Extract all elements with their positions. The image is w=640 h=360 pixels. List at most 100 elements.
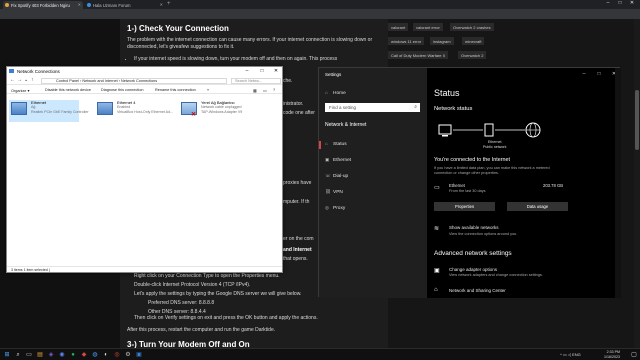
spotify-icon[interactable]: ●	[69, 351, 77, 359]
adapter-ethernet[interactable]: Ethernet Ağ Realtek PCIe GbE Family Cont…	[9, 100, 89, 122]
diagnose-button[interactable]: Diagnose this connection	[101, 88, 143, 92]
command-bar: Organize ▾ Disable this network device D…	[7, 86, 282, 94]
new-tab-icon[interactable]: +	[167, 1, 171, 7]
close-tab-icon[interactable]: ✕	[78, 2, 81, 7]
paragraph: The problem with the internet connection…	[127, 36, 373, 51]
search-placeholder: Find a setting	[329, 105, 357, 110]
help-icon[interactable]: ?	[273, 88, 275, 92]
settings-search-input[interactable]: Find a setting ⌕	[325, 103, 420, 112]
minimize-icon[interactable]: –	[240, 67, 254, 76]
tag-link[interactable]: Overwatch 2	[458, 51, 487, 59]
back-icon[interactable]: ←	[10, 77, 15, 83]
clock[interactable]: 2:33 PM 1/16/2023	[604, 350, 620, 359]
adapter-ethernet-4[interactable]: Ethernet 4 Enabled VirtualBox Host-Only …	[95, 100, 173, 122]
language-indicator[interactable]: ENG	[572, 352, 581, 357]
chrome-icon[interactable]: ◎	[113, 351, 121, 359]
explorer-address-row: ← → ⌄ ↑ Control Panel › Network and Inte…	[7, 76, 282, 85]
tag-link[interactable]: valorant	[388, 23, 409, 31]
nav-dialup[interactable]: ☏ Dial-up	[325, 173, 348, 179]
change-adapter-link[interactable]: Change adapter options	[449, 267, 497, 272]
minimize-icon[interactable]: –	[602, 0, 614, 6]
close-icon[interactable]: ✕	[626, 0, 638, 6]
maximize-icon[interactable]: □	[614, 0, 626, 6]
volume-icon[interactable]: ◁	[568, 352, 571, 357]
adapter-options-icon: ▣	[434, 268, 440, 274]
pc-icon	[438, 124, 452, 137]
recent-locations-icon[interactable]: ⌄	[24, 77, 28, 83]
nav-label: Home	[333, 91, 346, 96]
app-icon[interactable]: ◆	[80, 351, 88, 359]
network-status-heading: Network status	[434, 106, 473, 112]
close-tab-icon[interactable]: ✕	[160, 2, 163, 7]
breadcrumb-item[interactable]: Control Panel	[56, 79, 79, 83]
sharing-center-link[interactable]: Network and Sharing Center	[449, 288, 506, 293]
tag-link[interactable]: valorant error	[413, 23, 443, 31]
tab-title: Hala Uzmanı Forum	[93, 2, 131, 8]
page-title: Status	[434, 88, 460, 98]
site-favicon-icon	[5, 3, 9, 7]
site-favicon-icon	[87, 3, 91, 7]
tag-link[interactable]: Call of Duty Modern Warfare II	[388, 51, 448, 59]
minimize-icon[interactable]: –	[577, 71, 591, 77]
tab-hala-uzmani[interactable]: Hala Uzmanı Forum ✕	[85, 1, 165, 9]
organize-button[interactable]: Organize ▾	[11, 88, 29, 93]
adapter-local-area[interactable]: ✕ Yerel Ağ Bağlantısı Network cable unpl…	[179, 100, 249, 122]
settings-gear-icon[interactable]: ⚙	[124, 351, 132, 359]
show-networks-link[interactable]: Show available networks	[449, 225, 499, 230]
preview-pane-icon[interactable]: ▭	[263, 88, 267, 93]
close-icon[interactable]: ✕	[269, 67, 283, 76]
tag-link[interactable]: minecraft	[462, 37, 485, 45]
settings-scrollbar[interactable]	[615, 68, 621, 298]
page-scrollbar[interactable]	[634, 19, 640, 348]
nav-vpn[interactable]: ⛓ VPN	[325, 189, 343, 195]
adapter-device: TAP-Windows Adapter V9	[201, 109, 243, 114]
nav-home[interactable]: ⌂ Home	[325, 90, 346, 96]
tag-link[interactable]: Overwatch 2 crashes	[450, 23, 494, 31]
breadcrumb-item[interactable]: Network and Internet	[82, 79, 117, 83]
maximize-icon[interactable]: □	[592, 71, 606, 77]
tag-link[interactable]: windows 11 error	[388, 37, 425, 45]
view-options-icon[interactable]: ▦	[253, 88, 257, 93]
nav-status[interactable]: ⌂ Status	[325, 141, 347, 147]
clock-time: 2:33 PM	[606, 350, 620, 354]
file-explorer-icon[interactable]: ▤	[36, 351, 44, 359]
search-icon[interactable]: ⌕	[14, 351, 22, 359]
globe-icon	[525, 122, 541, 138]
nav-label: VPN	[333, 190, 343, 195]
network-connections-icon[interactable]: ▣	[135, 351, 143, 359]
nav-label: Ethernet	[333, 158, 352, 163]
tab-fix-spotify[interactable]: Fix Spotify 403 Forbidden Ngiru ✕	[3, 1, 83, 9]
rename-button[interactable]: Rename this connection	[155, 88, 196, 92]
start-icon[interactable]: ⊞	[3, 351, 11, 359]
nav-proxy[interactable]: ◎ Proxy	[325, 205, 345, 211]
diagram-label: Ethernet Public network	[483, 140, 507, 149]
tray-up-icon[interactable]: ^	[560, 352, 562, 357]
steam-icon[interactable]: ◍	[91, 351, 99, 359]
data-usage-button[interactable]: Data usage	[507, 202, 568, 211]
nav-ethernet[interactable]: ▣ Ethernet	[325, 157, 351, 163]
disconnected-x-icon: ✕	[191, 112, 197, 118]
notification-icon[interactable]: ▢	[630, 351, 638, 359]
maximize-icon[interactable]: □	[255, 67, 269, 76]
scrollbar-thumb[interactable]	[635, 90, 639, 150]
up-icon[interactable]: ↑	[31, 77, 34, 83]
status-bar: 3 items 1 item selected |	[7, 266, 282, 273]
vscode-icon[interactable]: ◈	[47, 351, 55, 359]
ethernet-icon: ▭	[434, 185, 440, 191]
tag-link[interactable]: instagram	[430, 37, 454, 45]
system-tray[interactable]: ^ ▭ ◁ ENG	[560, 352, 581, 357]
task-view-icon[interactable]: ▭	[25, 351, 33, 359]
forward-icon[interactable]: →	[17, 77, 22, 83]
discord-icon[interactable]: ◉	[58, 351, 66, 359]
search-input[interactable]: Search Netwo...	[231, 77, 281, 84]
nav-label: Status	[333, 142, 347, 147]
app-icon[interactable]: ◐	[102, 351, 110, 359]
list-item: Let's apply the settings by typing the G…	[134, 291, 302, 297]
breadcrumb-item[interactable]: Network Connections	[121, 79, 157, 83]
network-tray-icon[interactable]: ▭	[563, 352, 567, 357]
more-commands-button[interactable]: »	[207, 88, 209, 92]
properties-button[interactable]: Properties	[434, 202, 495, 211]
steps-list: Right click on your Connection Type to o…	[134, 272, 318, 317]
disable-device-button[interactable]: Disable this network device	[45, 88, 91, 92]
breadcrumb[interactable]: Control Panel › Network and Internet › N…	[41, 77, 227, 84]
